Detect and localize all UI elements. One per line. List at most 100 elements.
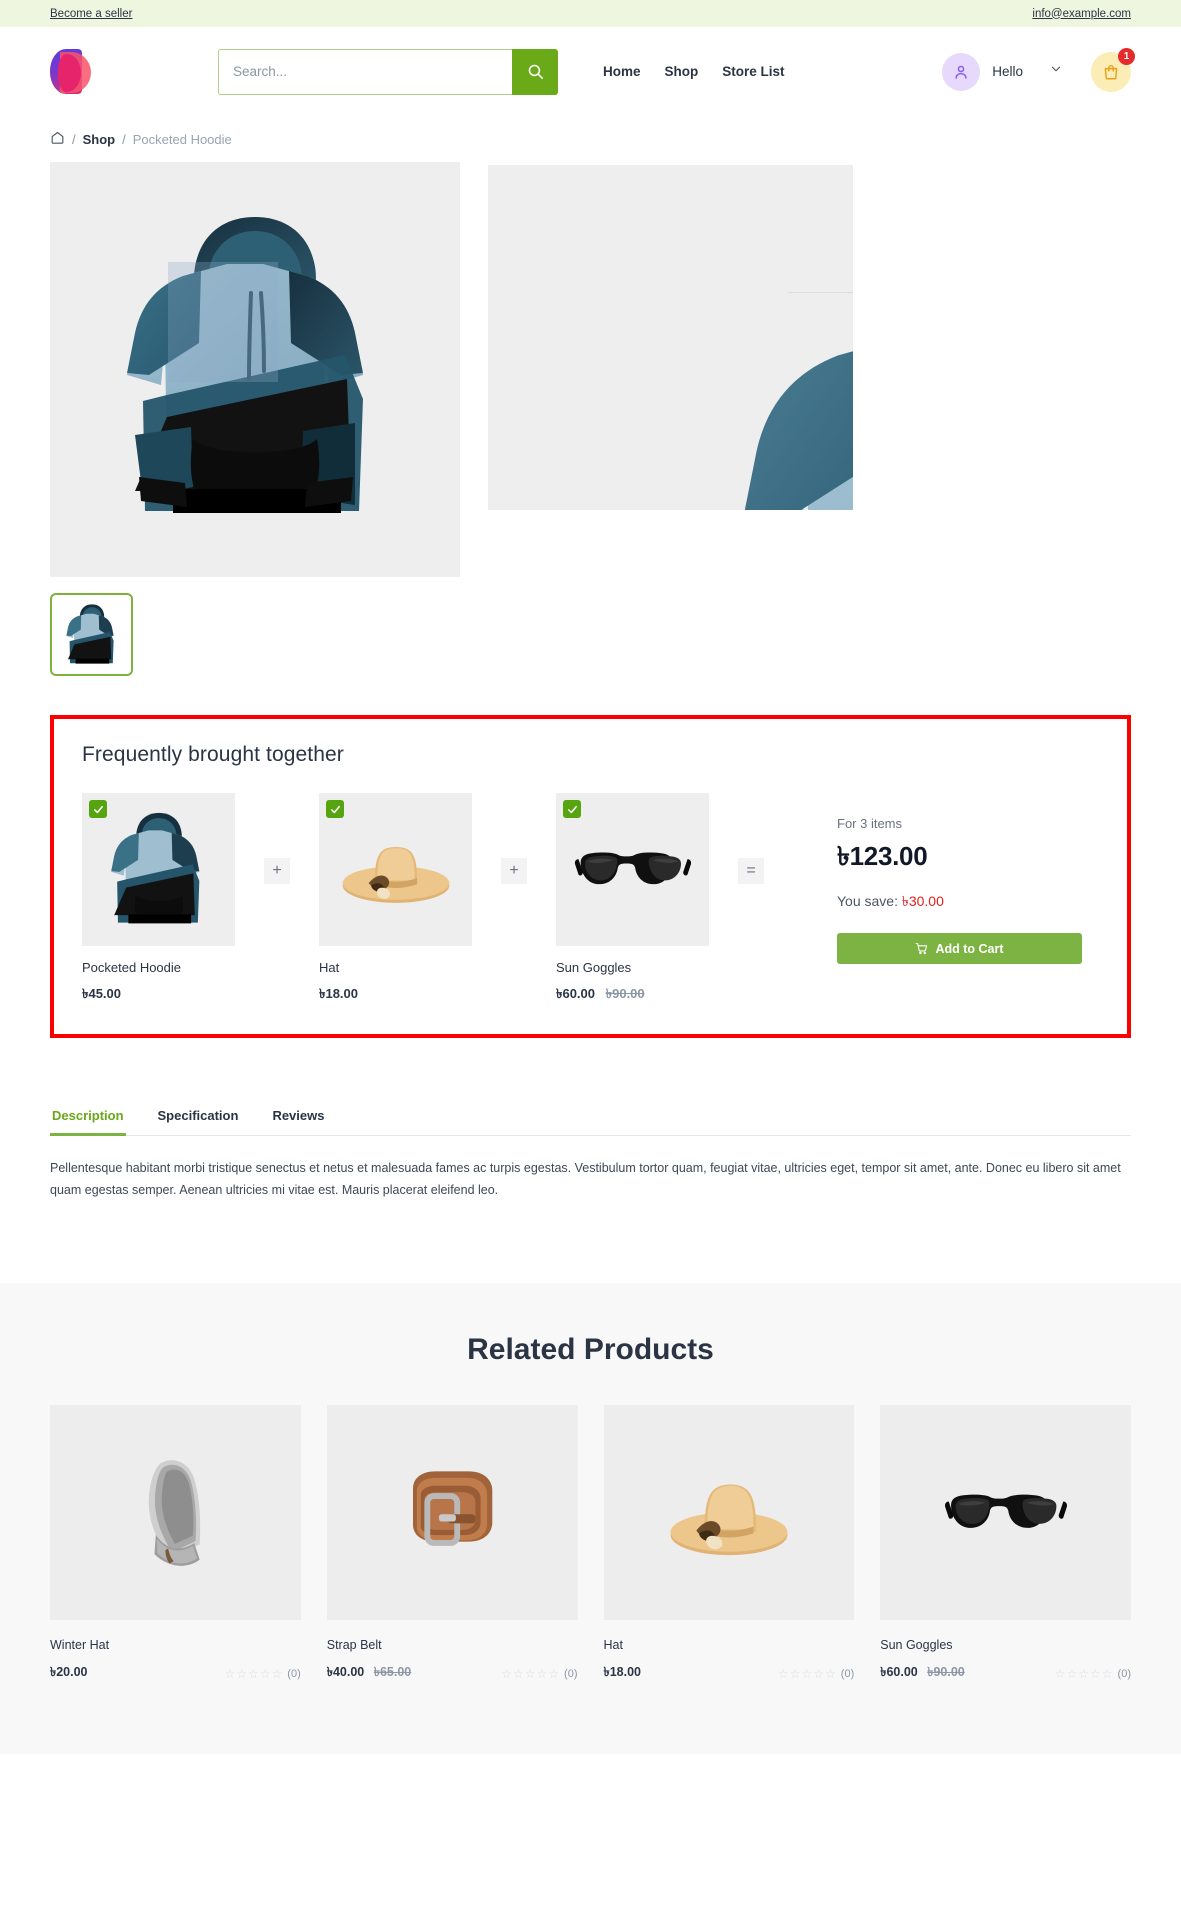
thumbnail-1[interactable]	[50, 593, 133, 676]
winter-hat-image	[149, 1459, 201, 1566]
star-icon: ☆	[536, 1667, 548, 1681]
star-icon: ☆	[236, 1667, 247, 1681]
fbt-item-2-price: ৳18.00	[319, 985, 472, 1006]
tab-reviews[interactable]: Reviews	[270, 1100, 326, 1136]
fbt-item-1-image[interactable]	[82, 793, 235, 946]
fbt-item-1-checkbox[interactable]	[89, 800, 107, 818]
account-greeting: Hello	[992, 64, 1023, 79]
hoodie-illustration	[127, 216, 363, 513]
fbt-item-2-checkbox[interactable]	[326, 800, 344, 818]
search-bar	[218, 48, 558, 95]
related-product-1-rating-count: (0)	[287, 1668, 301, 1680]
breadcrumb-separator-1: /	[72, 131, 76, 147]
fbt-item-3-price-value: ৳60.00	[556, 986, 596, 1001]
related-product-2-rating: ☆ ☆ ☆ ☆ ☆ (0)	[501, 1667, 577, 1681]
add-to-cart-label: Add to Cart	[935, 941, 1004, 956]
nav-item-shop[interactable]: Shop	[665, 64, 699, 79]
related-product-4-meta: ৳60.00 ৳90.00 ☆ ☆ ☆ ☆ ☆ (0)	[880, 1664, 1131, 1684]
fbt-item-1-price-value: ৳45.00	[82, 986, 122, 1001]
related-product-2-image[interactable]	[326, 1405, 578, 1620]
cart-count-badge: 1	[1118, 47, 1135, 65]
main-product-image[interactable]	[50, 162, 460, 577]
nav-item-home[interactable]: Home	[603, 64, 641, 79]
search-button[interactable]	[512, 48, 558, 95]
hoodie-thumbnail-image	[65, 603, 114, 664]
chevron-down-icon[interactable]	[1049, 62, 1063, 81]
nav-item-store-list[interactable]: Store List	[722, 64, 784, 79]
star-icon: ☆	[548, 1667, 560, 1681]
fbt-total-price: ৳123.00	[837, 841, 928, 871]
check-icon	[330, 805, 340, 813]
sunglasses-image	[574, 852, 691, 884]
home-icon[interactable]	[50, 130, 65, 148]
related-product-4-image[interactable]	[880, 1405, 1131, 1620]
related-product-1-name[interactable]: Winter Hat	[50, 1638, 301, 1652]
contact-email-link[interactable]: info@example.com	[1032, 8, 1131, 20]
become-a-seller-link[interactable]: Become a seller	[50, 8, 132, 20]
related-product-1-price-value: ৳20.00	[50, 1665, 88, 1679]
star-icon: ☆	[1066, 1667, 1078, 1681]
tab-description[interactable]: Description	[50, 1100, 126, 1136]
related-product-3-name[interactable]: Hat	[604, 1638, 855, 1652]
product-gallery	[50, 162, 1131, 577]
fbt-item-1-name[interactable]: Pocketed Hoodie	[82, 960, 235, 975]
search-icon	[528, 64, 543, 80]
fbt-item-3-price: ৳60.00 ৳90.00	[556, 985, 709, 1006]
shopping-bag-icon	[1104, 64, 1118, 79]
cart-button[interactable]: 1	[1091, 47, 1135, 92]
related-product-3-rating-count: (0)	[840, 1668, 855, 1680]
fbt-item-2-image[interactable]	[319, 793, 472, 946]
fbt-item-3-checkbox[interactable]	[563, 800, 581, 818]
breadcrumb: / Shop / Pocketed Hoodie	[50, 116, 1131, 162]
related-product-card-3[interactable]: Hat ৳18.00 ☆ ☆ ☆ ☆ ☆ (0)	[603, 1405, 855, 1684]
hat-image	[670, 1483, 788, 1555]
search-input[interactable]	[218, 48, 512, 95]
related-product-4-price: ৳60.00 ৳90.00	[880, 1664, 965, 1684]
fbt-savings-label: You save:	[837, 893, 898, 909]
tab-specification[interactable]: Specification	[156, 1100, 241, 1136]
related-product-1-meta: ৳20.00 ☆ ☆ ☆ ☆ ☆ (0)	[50, 1664, 301, 1684]
product-tabs: Description Specification Reviews	[50, 1100, 1131, 1136]
avatar[interactable]	[942, 52, 981, 91]
product-tabs-section: Description Specification Reviews Pellen…	[50, 1100, 1131, 1201]
breadcrumb-item-shop[interactable]: Shop	[83, 132, 116, 147]
related-product-1-image[interactable]	[50, 1405, 301, 1620]
related-products-grid: Winter Hat ৳20.00 ☆ ☆ ☆ ☆ ☆ (0) Strap Be…	[50, 1405, 1131, 1684]
related-product-card-2[interactable]: Strap Belt ৳40.00 ৳65.00 ☆ ☆ ☆ ☆ ☆ (0)	[326, 1405, 578, 1684]
fbt-item-3-name[interactable]: Sun Goggles	[556, 960, 709, 975]
star-icon: ☆	[789, 1667, 801, 1681]
related-product-4-rating: ☆ ☆ ☆ ☆ ☆ (0)	[1055, 1667, 1131, 1681]
related-product-3-image[interactable]	[603, 1405, 855, 1620]
related-product-4-rating-count: (0)	[1117, 1668, 1131, 1680]
fbt-operator-equals: =	[738, 858, 764, 884]
fbt-item-3: Sun Goggles ৳60.00 ৳90.00	[556, 793, 709, 1006]
related-product-card-4[interactable]: Sun Goggles ৳60.00 ৳90.00 ☆ ☆ ☆ ☆ ☆ (0)	[880, 1405, 1131, 1684]
star-icon: ☆	[1054, 1667, 1066, 1681]
zoom-preview-panel	[488, 165, 853, 510]
star-icon: ☆	[825, 1667, 836, 1681]
check-icon	[567, 805, 577, 813]
star-icon: ☆	[1078, 1667, 1090, 1681]
related-product-4-name[interactable]: Sun Goggles	[880, 1638, 1131, 1652]
related-product-2-name[interactable]: Strap Belt	[327, 1638, 578, 1652]
fbt-item-2-name[interactable]: Hat	[319, 960, 472, 975]
fbt-item-1: Pocketed Hoodie ৳45.00	[82, 793, 235, 1006]
breadcrumb-separator-2: /	[122, 131, 126, 147]
thumbnail-strip	[50, 593, 1131, 676]
user-icon	[955, 65, 967, 79]
fbt-item-3-image[interactable]	[556, 793, 709, 946]
add-to-cart-button[interactable]: Add to Cart	[837, 933, 1082, 964]
star-icon: ☆	[501, 1667, 512, 1681]
star-icon: ☆	[512, 1667, 524, 1681]
star-icon: ☆	[1101, 1667, 1113, 1681]
fbt-items-count-label: For 3 items	[837, 816, 903, 831]
star-icon: ☆	[224, 1667, 236, 1681]
related-product-card-1[interactable]: Winter Hat ৳20.00 ☆ ☆ ☆ ☆ ☆ (0)	[50, 1405, 301, 1684]
brand-logo-icon	[50, 47, 92, 96]
related-product-4-old-price: ৳90.00	[927, 1665, 965, 1679]
logo-link[interactable]	[50, 47, 218, 96]
related-product-1-price: ৳20.00	[50, 1664, 88, 1684]
cart-icon	[916, 943, 928, 955]
fbt-item-2-price-value: ৳18.00	[319, 986, 359, 1001]
breadcrumb-current-page: Pocketed Hoodie	[132, 131, 232, 147]
